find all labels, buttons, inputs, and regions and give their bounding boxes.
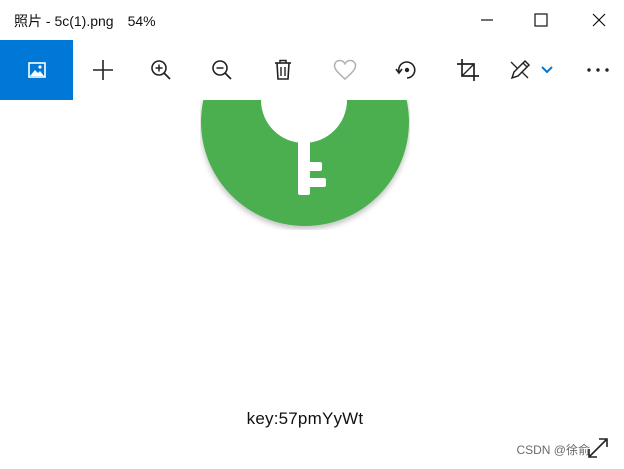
maximize-button[interactable] — [510, 0, 572, 40]
more-icon — [587, 68, 609, 72]
maximize-icon — [534, 13, 548, 27]
zoom-out-icon — [212, 60, 232, 80]
image-canvas: key:57pmYyWt CSDN @徐俞 — [0, 100, 624, 469]
title-bar: 照片 - 5c(1).png 54% — [0, 0, 624, 40]
close-icon — [592, 13, 606, 27]
zoom-in-icon — [151, 60, 171, 80]
photos-app-window: 照片 - 5c(1).png 54% key:57pmYyWt CSDN @徐俞 — [0, 0, 624, 469]
zoom-level: 54% — [127, 13, 156, 29]
pen-icon — [510, 59, 531, 80]
zoom-in-button[interactable] — [135, 40, 187, 100]
toolbar — [0, 40, 624, 100]
image-icon — [27, 62, 46, 78]
favorite-button[interactable] — [319, 40, 371, 100]
window-title-text: 照片 - 5c(1).png — [14, 13, 114, 29]
add-button[interactable] — [77, 40, 129, 100]
rotate-icon — [395, 61, 416, 79]
fullscreen-icon[interactable] — [585, 435, 611, 461]
image-caption: key:57pmYyWt — [246, 409, 364, 428]
rotate-button[interactable] — [380, 40, 432, 100]
minimize-button[interactable] — [456, 0, 518, 40]
photo-view-button[interactable] — [0, 40, 73, 100]
heart-icon — [333, 59, 357, 80]
crop-button[interactable] — [442, 40, 494, 100]
minimize-icon — [481, 19, 493, 21]
edit-button[interactable] — [500, 40, 562, 100]
crop-icon — [457, 59, 479, 81]
more-button[interactable] — [572, 40, 624, 100]
plus-icon — [93, 60, 113, 80]
delete-button[interactable] — [257, 40, 309, 100]
close-button[interactable] — [568, 0, 624, 40]
key-icon — [201, 100, 409, 226]
chevron-down-icon — [541, 66, 553, 74]
trash-icon — [275, 59, 291, 80]
window-title: 照片 - 5c(1).png 54% — [14, 11, 156, 31]
watermark-text: CSDN @徐俞 — [516, 443, 590, 457]
zoom-out-button[interactable] — [196, 40, 248, 100]
